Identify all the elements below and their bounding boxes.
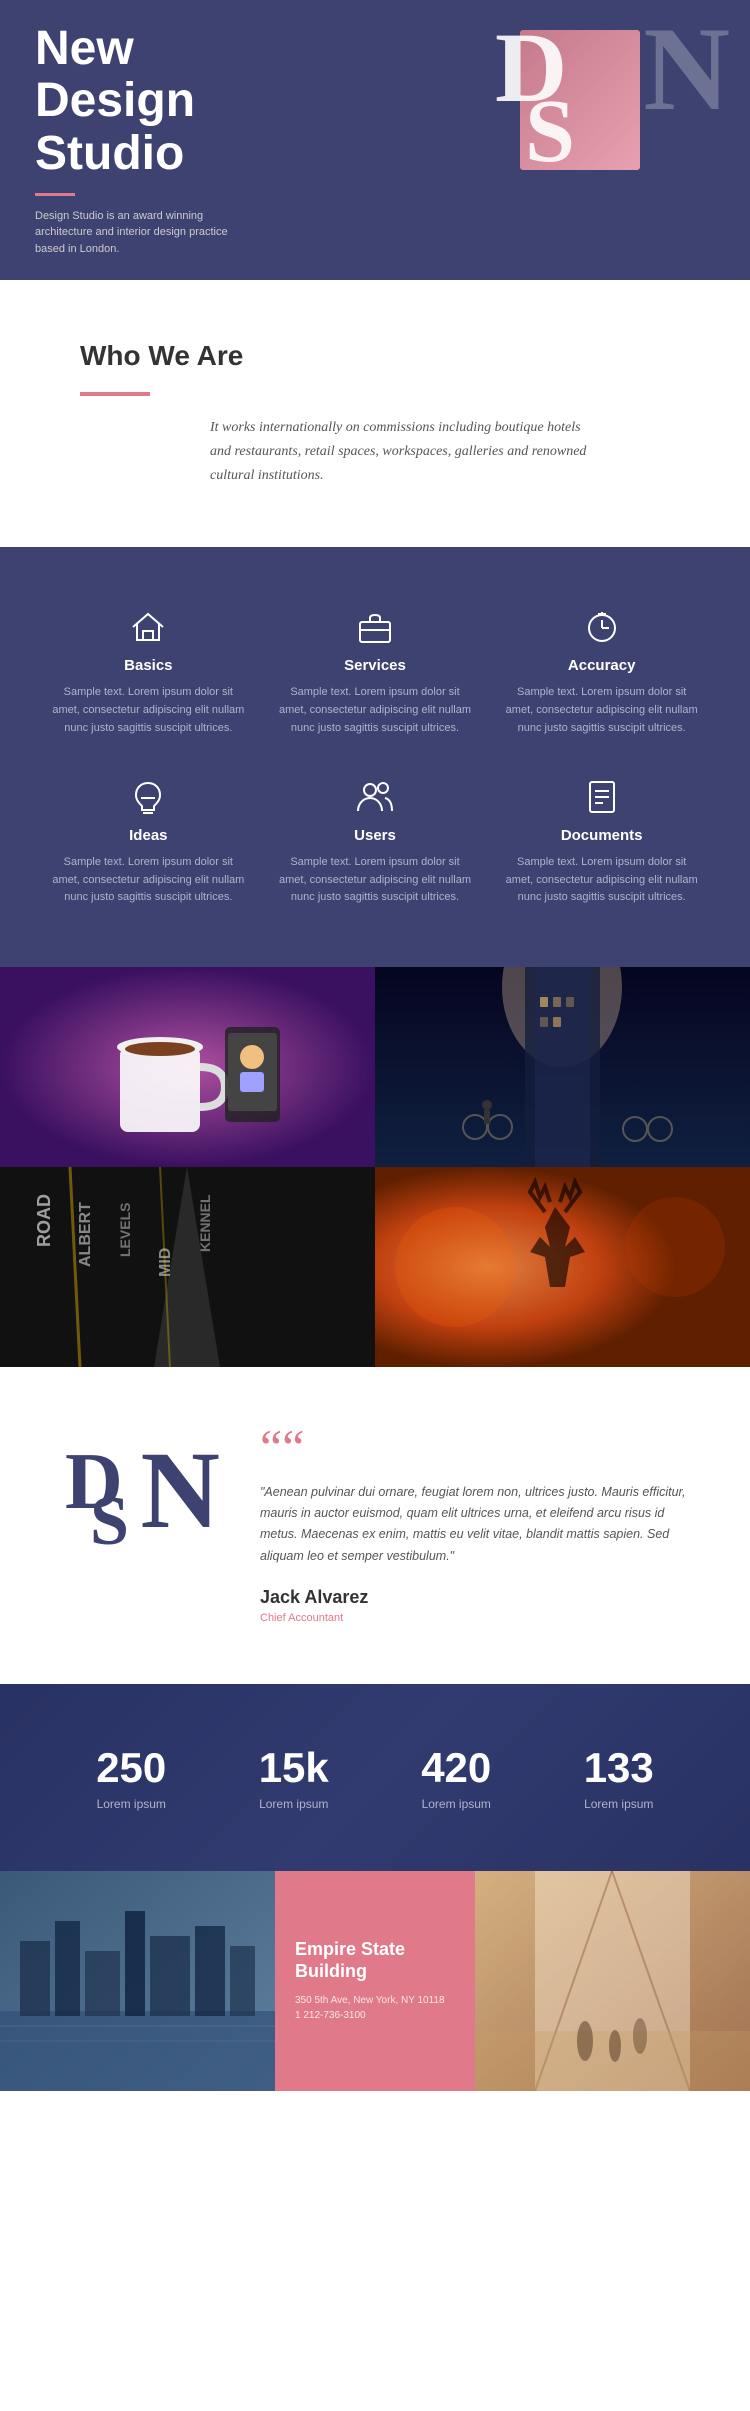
building-illustration [375,967,750,1167]
service-users: Users Sample text. Lorem ipsum dolor sit… [277,777,474,907]
building-right-image [475,1871,750,2091]
testimonial-section: D S N ““ "Aenean pulvinar dui ornare, fe… [0,1367,750,1684]
building-left-image [0,1871,275,2091]
test-logo-s: S [90,1482,129,1562]
stat-number-133: 133 [584,1744,654,1792]
stats-section: 250 Lorem ipsum 15k Lorem ipsum 420 Lore… [0,1684,750,1871]
interior-illustration [475,1871,750,2091]
lightbulb-icon [128,777,168,817]
gallery-building [375,967,750,1167]
gallery-section: ROAD ALBERT LEVELS MID KENNEL [0,967,750,1367]
service-accuracy-desc: Sample text. Lorem ipsum dolor sit amet,… [503,684,700,737]
svg-text:LEVELS: LEVELS [117,1202,133,1256]
service-documents: Documents Sample text. Lorem ipsum dolor… [503,777,700,907]
service-accuracy: Accuracy Sample text. Lorem ipsum dolor … [503,607,700,737]
who-divider [80,392,150,396]
gallery-road: ROAD ALBERT LEVELS MID KENNEL [0,1167,375,1367]
document-icon [582,777,622,817]
briefcase-icon [355,607,395,647]
hero-section: New Design Studio Design Studio is an aw… [0,0,750,280]
who-we-are-section: Who We Are It works internationally on c… [0,280,750,547]
stat-label-420: Lorem ipsum [421,1797,491,1811]
clock-icon [582,607,622,647]
svg-text:ALBERT: ALBERT [77,1202,94,1267]
gallery-mural [375,1167,750,1367]
road-illustration: ROAD ALBERT LEVELS MID KENNEL [0,1167,375,1367]
testimonial-content: ““ "Aenean pulvinar dui ornare, feugiat … [260,1427,700,1624]
service-ideas: Ideas Sample text. Lorem ipsum dolor sit… [50,777,247,907]
stat-250: 250 Lorem ipsum [96,1744,166,1811]
building-address: 350 5th Ave, New York, NY 10118 1 212-73… [295,1993,455,2023]
building-info: Empire State Building 350 5th Ave, New Y… [275,1871,475,2091]
service-basics: Basics Sample text. Lorem ipsum dolor si… [50,607,247,737]
coffee-illustration [0,967,375,1167]
quote-name: Jack Alvarez [260,1587,700,1608]
test-logo-n: N [141,1427,220,1554]
stat-label-15k: Lorem ipsum [259,1797,329,1811]
service-documents-name: Documents [503,827,700,844]
service-basics-desc: Sample text. Lorem ipsum dolor sit amet,… [50,684,247,737]
stat-number-15k: 15k [259,1744,329,1792]
hero-divider [35,193,75,196]
stat-number-420: 420 [421,1744,491,1792]
cityscape-illustration [0,1871,275,2091]
service-services: Services Sample text. Lorem ipsum dolor … [277,607,474,737]
quote-role: Chief Accountant [260,1612,700,1624]
stat-label-133: Lorem ipsum [584,1797,654,1811]
stat-420: 420 Lorem ipsum [421,1744,491,1811]
hero-title: New Design Studio [35,23,235,181]
who-description: It works internationally on commissions … [210,416,590,487]
stat-number-250: 250 [96,1744,166,1792]
building-section: Empire State Building 350 5th Ave, New Y… [0,1871,750,2091]
service-users-name: Users [277,827,474,844]
service-ideas-name: Ideas [50,827,247,844]
svg-text:ROAD: ROAD [34,1194,54,1247]
services-grid: Basics Sample text. Lorem ipsum dolor si… [50,607,700,907]
service-services-name: Services [277,657,474,674]
logo-s: S [525,80,575,183]
stat-133: 133 Lorem ipsum [584,1744,654,1811]
service-services-desc: Sample text. Lorem ipsum dolor sit amet,… [277,684,474,737]
testimonial-logo: D S N [50,1427,210,1587]
stat-label-250: Lorem ipsum [96,1797,166,1811]
home-icon [128,607,168,647]
hero-logo: D S N [490,10,670,210]
gallery-coffee [0,967,375,1167]
hero-subtitle: Design Studio is an award winning archit… [35,208,235,258]
quote-icon: ““ [260,1427,700,1467]
services-section: Basics Sample text. Lorem ipsum dolor si… [0,547,750,967]
hero-content: New Design Studio Design Studio is an aw… [0,0,270,280]
who-title: Who We Are [80,340,670,372]
service-ideas-desc: Sample text. Lorem ipsum dolor sit amet,… [50,854,247,907]
svg-text:KENNEL: KENNEL [197,1194,213,1252]
quote-text: "Aenean pulvinar dui ornare, feugiat lor… [260,1482,700,1567]
users-icon [355,777,395,817]
service-users-desc: Sample text. Lorem ipsum dolor sit amet,… [277,854,474,907]
service-accuracy-name: Accuracy [503,657,700,674]
logo-n: N [643,0,730,138]
stat-15k: 15k Lorem ipsum [259,1744,329,1811]
service-basics-name: Basics [50,657,247,674]
service-documents-desc: Sample text. Lorem ipsum dolor sit amet,… [503,854,700,907]
mural-illustration [375,1167,750,1367]
building-name: Empire State Building [295,1939,455,1982]
